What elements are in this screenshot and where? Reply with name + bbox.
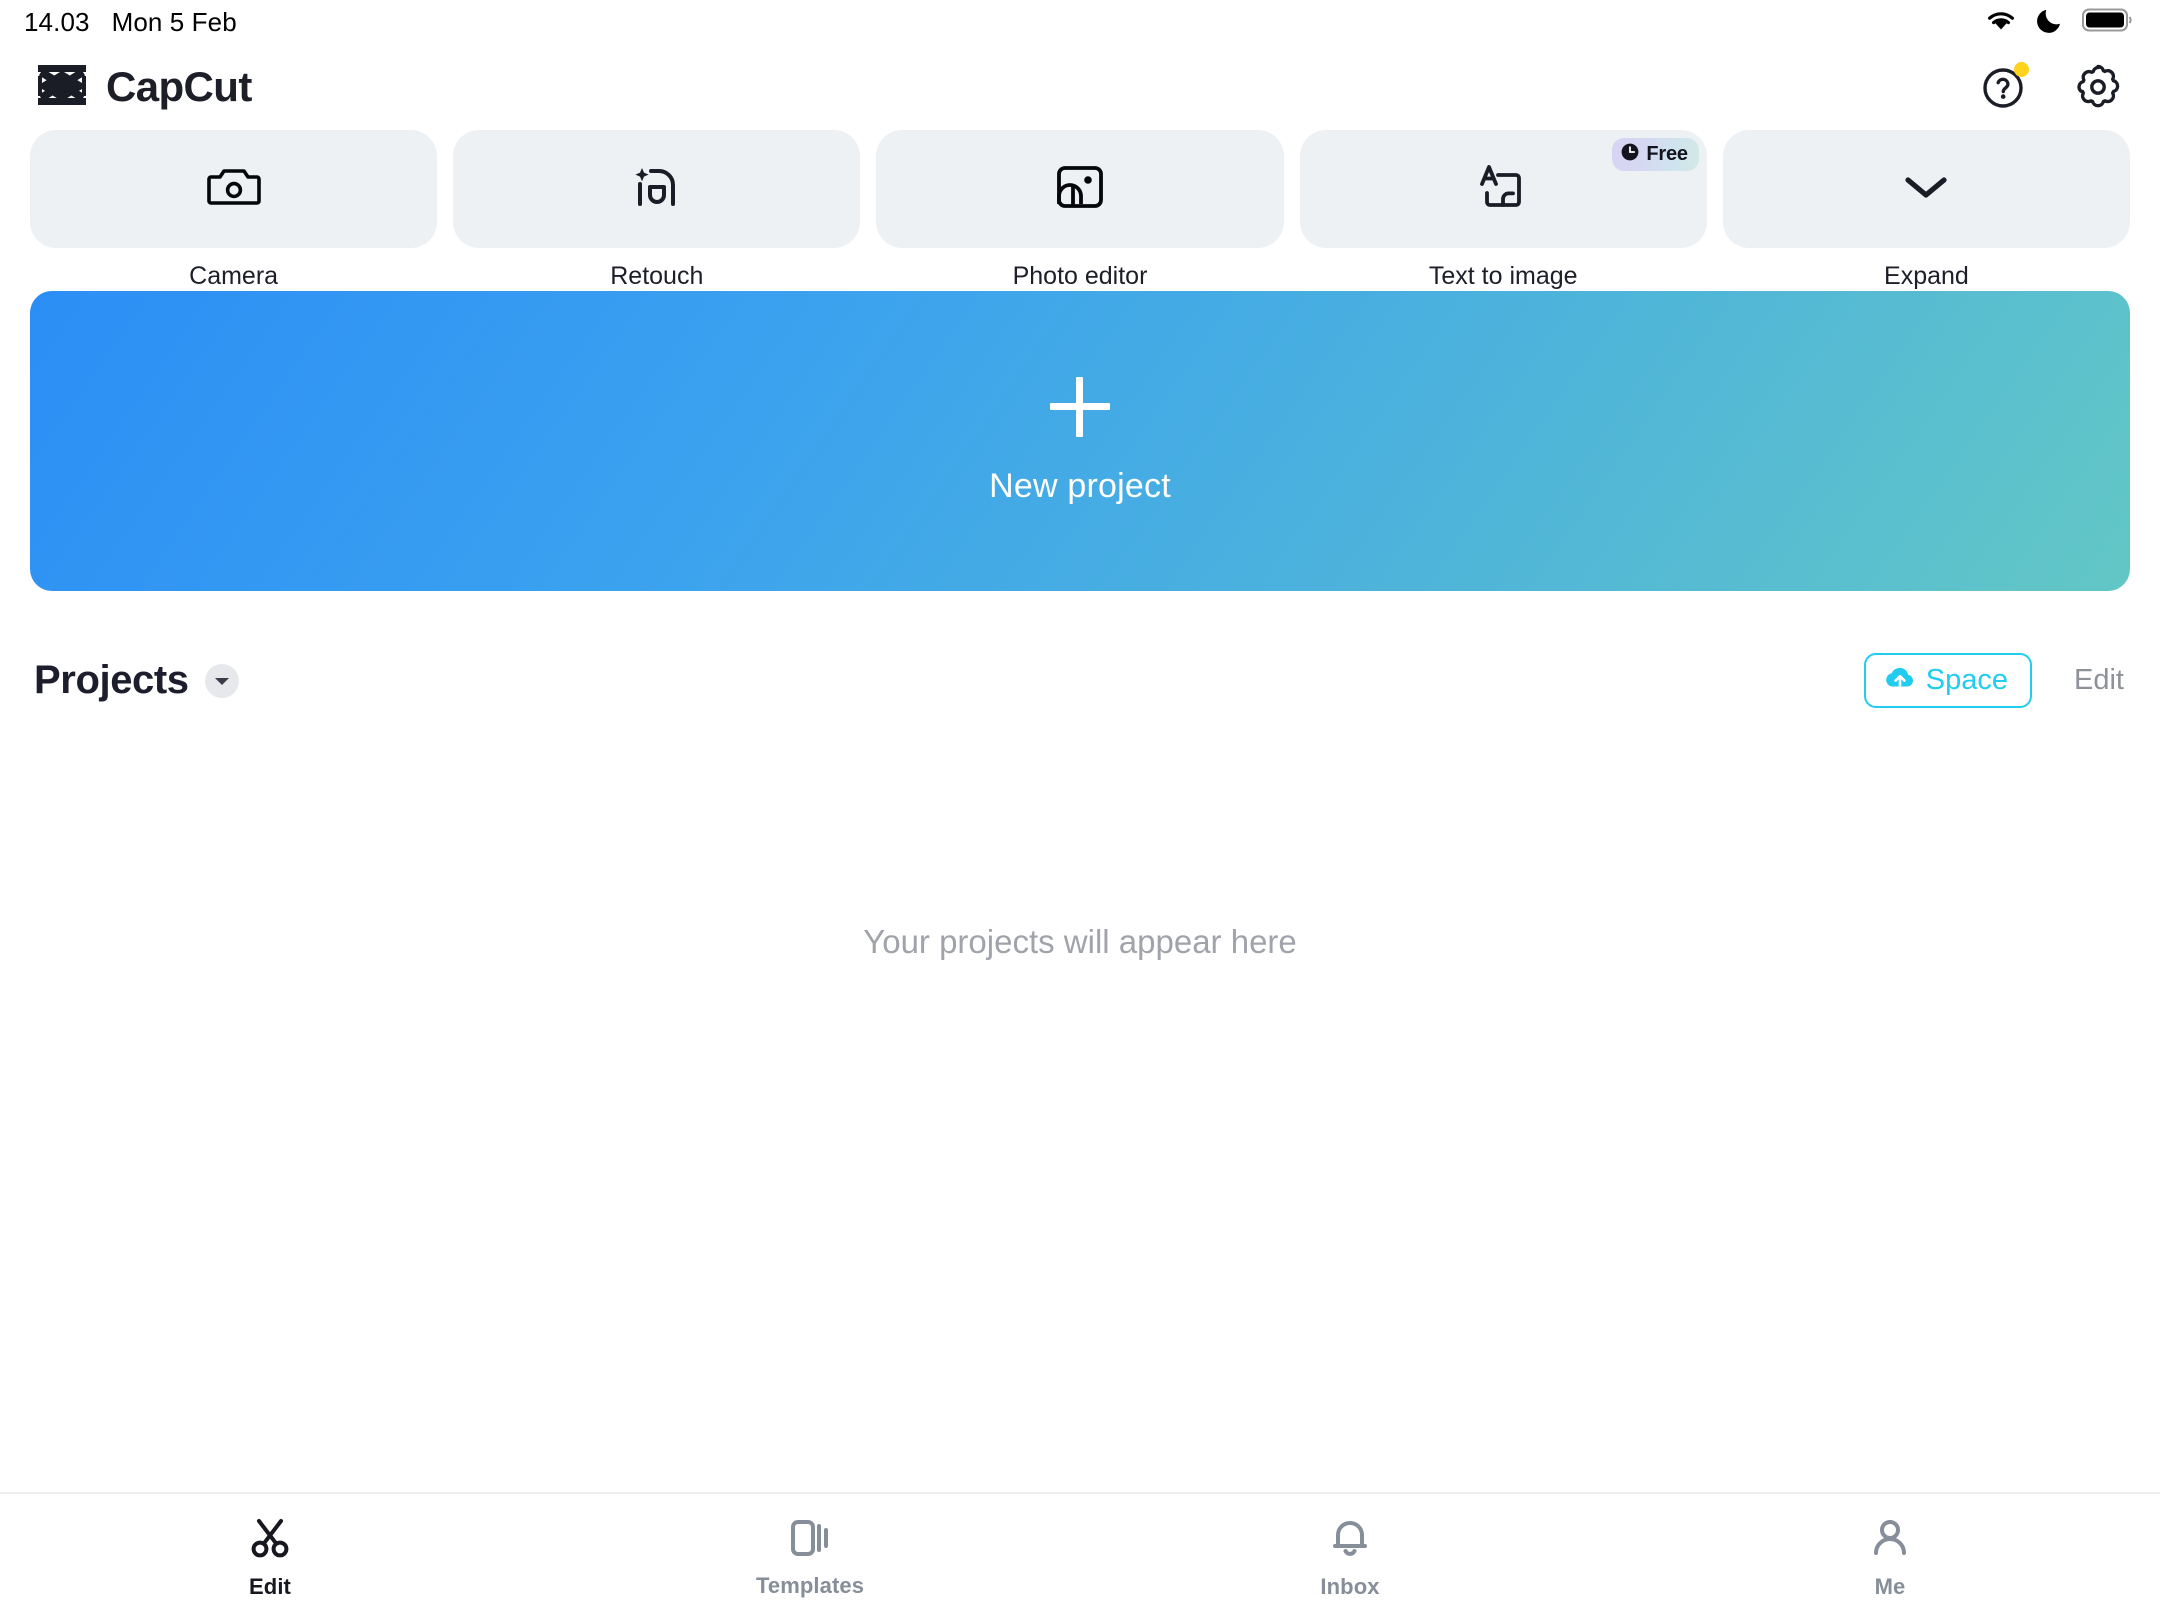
tool-camera[interactable]: Camera — [30, 130, 438, 291]
tool-expand[interactable]: Expand — [1722, 130, 2131, 291]
header-actions — [1978, 61, 2124, 113]
tool-row: Camera Retouch Photo editor Free Text to… — [0, 130, 2160, 291]
new-project-banner-wrap: New project — [0, 291, 2160, 591]
status-bar: 14.03 Mon 5 Feb — [0, 0, 2160, 44]
do-not-disturb-moon-icon — [2036, 6, 2064, 39]
tool-text-to-image-label: Text to image — [1428, 262, 1578, 290]
new-project-button[interactable]: New project — [30, 291, 2130, 591]
brand[interactable]: CapCut — [34, 63, 252, 112]
status-date: Mon 5 Feb — [111, 6, 237, 37]
free-badge: Free — [1612, 138, 1699, 171]
space-button-label: Space — [1925, 664, 2009, 696]
gear-icon[interactable] — [2072, 61, 2124, 113]
tool-expand-tile[interactable] — [1722, 130, 2131, 248]
camera-icon — [206, 164, 261, 215]
tool-photo-editor[interactable]: Photo editor — [876, 130, 1284, 291]
tool-photo-editor-tile[interactable] — [876, 130, 1284, 248]
new-project-label: New project — [989, 466, 1171, 505]
bottom-tab-bar: Edit Templates Inbox Me — [0, 1492, 2160, 1620]
scissors-icon — [247, 1515, 293, 1566]
empty-state-text: Your projects will appear here — [863, 923, 1297, 960]
status-time: 14.03 — [24, 6, 90, 37]
page-title: Projects — [34, 658, 189, 702]
space-button[interactable]: Space — [1863, 653, 2033, 708]
projects-title-group[interactable]: Projects — [34, 658, 239, 703]
tool-photo-editor-label: Photo editor — [1012, 262, 1148, 290]
tool-text-to-image-tile[interactable]: Free — [1299, 130, 1707, 248]
photo-editor-image-icon — [1055, 162, 1105, 217]
projects-header-row: Projects Space Edit — [0, 633, 2160, 728]
tool-retouch-label: Retouch — [610, 262, 704, 290]
free-badge-label: Free — [1646, 143, 1688, 165]
tool-text-to-image[interactable]: Free Text to image — [1299, 130, 1707, 291]
tool-retouch[interactable]: Retouch — [453, 130, 861, 291]
tab-edit-label: Edit — [249, 1573, 291, 1599]
capcut-home-screen: 14.03 Mon 5 Feb CapCut Camera Retouch Ph… — [0, 0, 2160, 1620]
tool-camera-tile[interactable] — [30, 130, 438, 248]
tool-expand-label: Expand — [1884, 262, 1969, 290]
status-bar-right — [1984, 6, 2134, 39]
person-icon — [1867, 1515, 1913, 1566]
wifi-icon — [1984, 7, 2018, 38]
cloud-upload-icon — [1884, 665, 1916, 696]
bell-icon — [1327, 1515, 1373, 1566]
status-bar-left: 14.03 Mon 5 Feb — [24, 7, 237, 38]
templates-cards-icon — [787, 1516, 833, 1565]
brand-name: CapCut — [106, 63, 252, 110]
tool-camera-label: Camera — [189, 262, 279, 290]
tab-templates-label: Templates — [755, 1572, 865, 1598]
tab-edit[interactable]: Edit — [0, 1515, 540, 1600]
projects-edit-button[interactable]: Edit — [2074, 664, 2124, 697]
clock-icon — [1620, 142, 1640, 167]
tab-inbox[interactable]: Inbox — [1080, 1515, 1620, 1600]
projects-empty-state: Your projects will appear here — [0, 728, 2160, 1492]
caret-down-icon[interactable] — [204, 663, 239, 698]
notification-dot — [2014, 62, 2029, 77]
plus-icon — [1050, 376, 1110, 437]
app-header: CapCut — [0, 44, 2160, 130]
help-question-circle-icon[interactable] — [1978, 61, 2030, 113]
chevron-down-icon — [1903, 172, 1949, 207]
tab-templates[interactable]: Templates — [540, 1516, 1080, 1599]
tab-me[interactable]: Me — [1620, 1515, 2160, 1600]
tool-retouch-tile[interactable] — [453, 130, 861, 248]
tab-inbox-label: Inbox — [1320, 1573, 1380, 1599]
battery-full-icon — [2082, 7, 2134, 38]
tab-me-label: Me — [1874, 1573, 1906, 1599]
capcut-logo-icon — [34, 63, 90, 112]
projects-actions: Space Edit — [1863, 653, 2124, 708]
retouch-sparkle-icon — [631, 162, 683, 217]
text-to-image-icon — [1476, 162, 1530, 217]
